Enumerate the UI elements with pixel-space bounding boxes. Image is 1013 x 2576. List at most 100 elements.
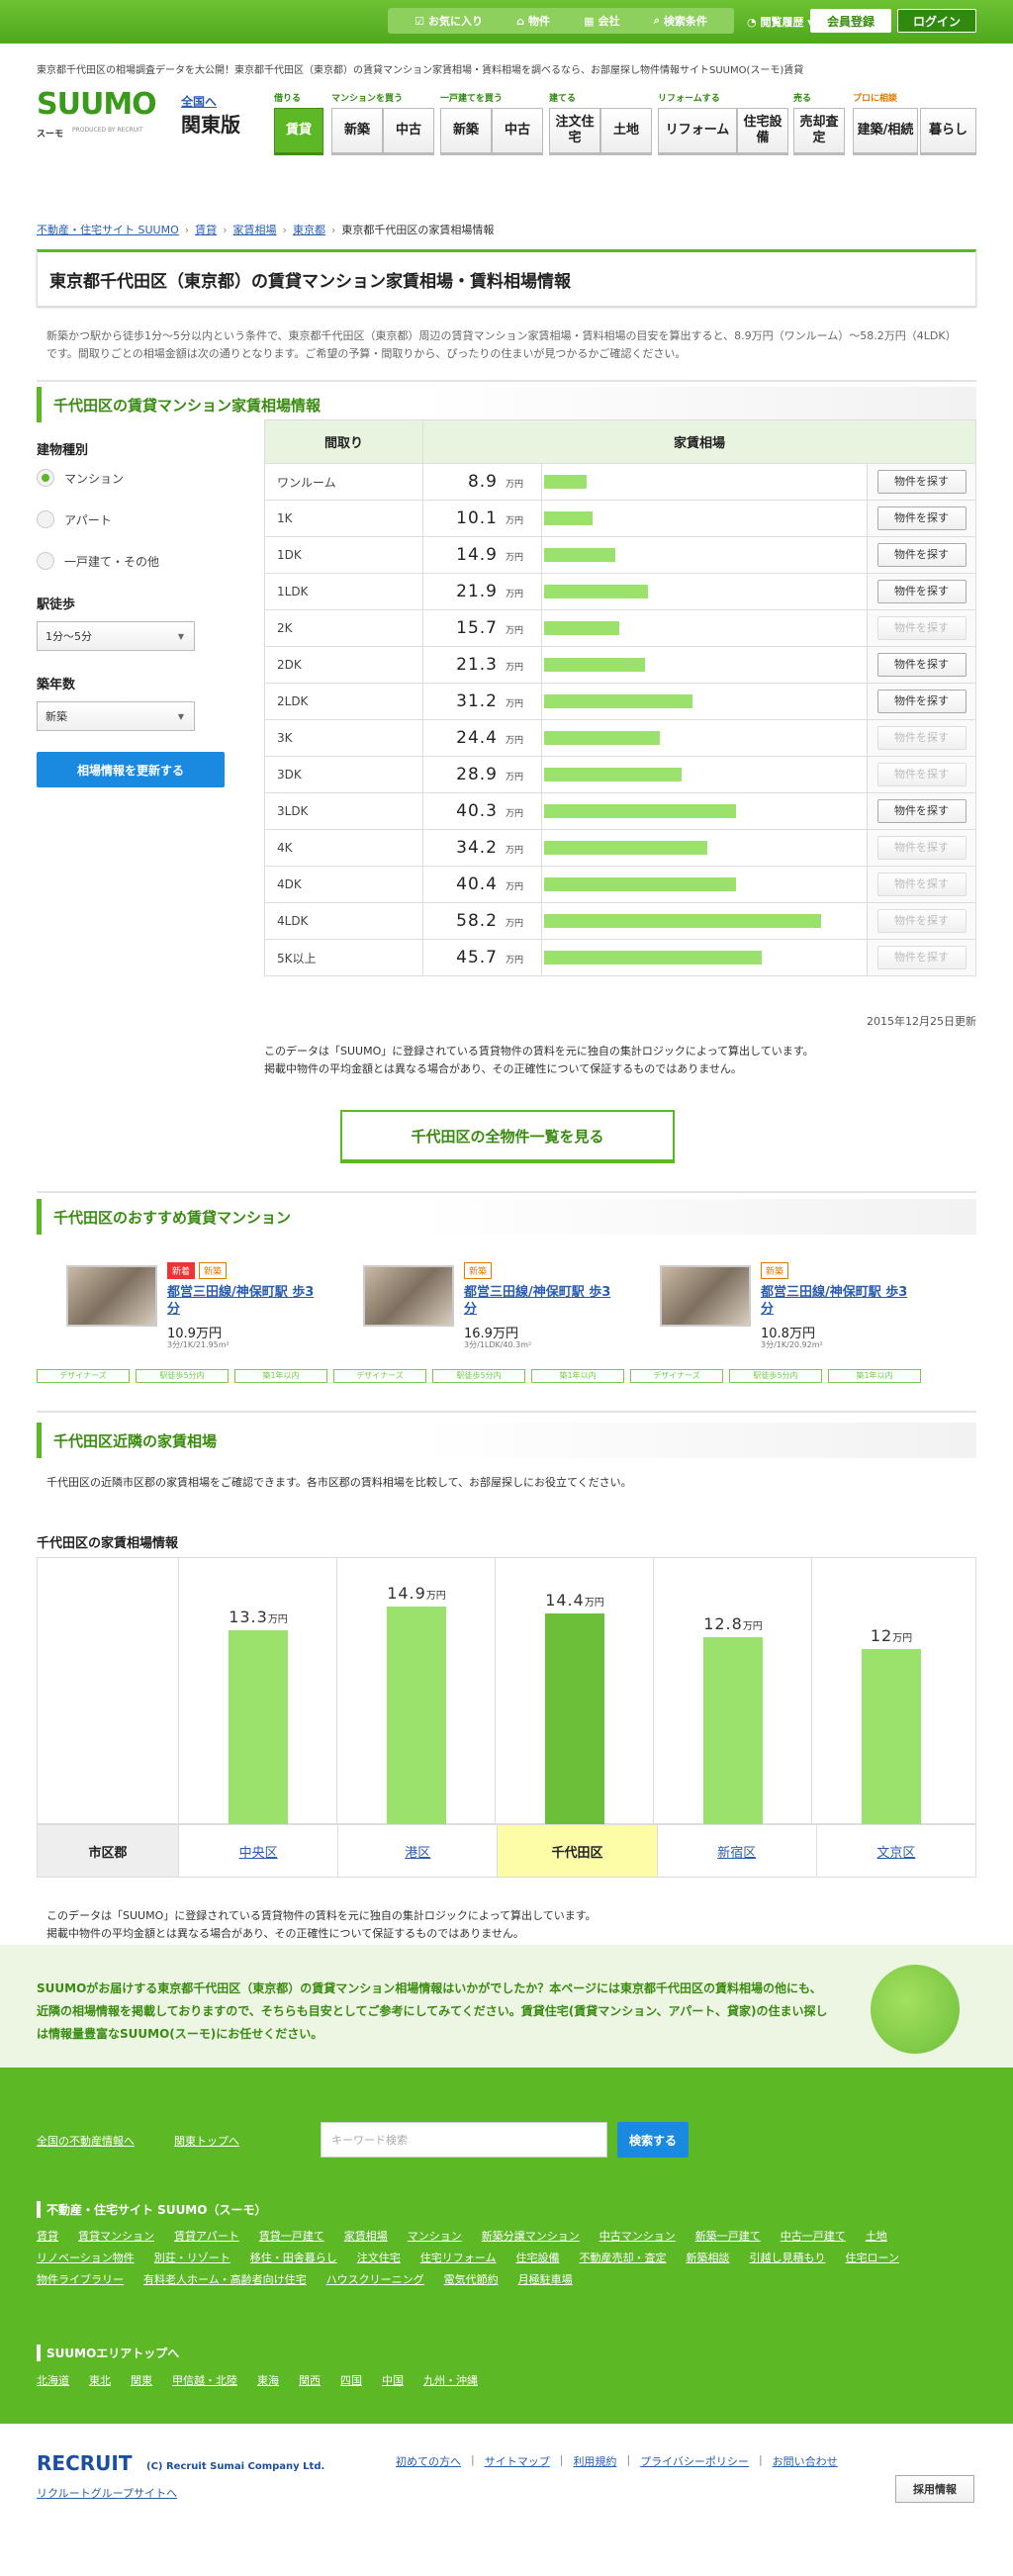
property-card[interactable]: 新着 新築 都営三田線/神保町駅 歩3分 10.9万円 3分/1K/21.95m² デザイ… xyxy=(37,1260,333,1391)
property-photo[interactable] xyxy=(363,1265,454,1327)
footer-bottom-link[interactable]: サイトマップ xyxy=(485,2453,550,2469)
footer-area-link[interactable]: 関西 xyxy=(299,2372,321,2388)
footer-search-input[interactable]: キーワード検索 xyxy=(321,2122,607,2158)
radio-house[interactable]: 一戸建て・その他 xyxy=(37,552,159,570)
nav-sell[interactable]: 売却査定 xyxy=(793,108,845,155)
nav-mansion-used[interactable]: 中古 xyxy=(383,108,434,155)
chart-category-link[interactable]: 新宿区 xyxy=(656,1825,816,1877)
nav-reform[interactable]: リフォーム xyxy=(658,108,737,155)
all-properties-button[interactable]: 千代田区の全物件一覧を見る xyxy=(340,1110,675,1163)
footer-site-link[interactable]: 住宅リフォーム xyxy=(420,2250,497,2265)
footer-bottom-link[interactable]: お問い合わせ xyxy=(773,2453,838,2469)
footer-site-link[interactable]: 新築相談 xyxy=(686,2250,729,2265)
nav-equipment[interactable]: 住宅設備 xyxy=(737,108,788,155)
footer-bottom-link[interactable]: プライバシーポリシー xyxy=(640,2453,749,2469)
chart-category-label[interactable]: 新宿区 xyxy=(717,1842,756,1861)
property-photo[interactable] xyxy=(66,1265,157,1327)
footer-site-link[interactable]: 移住・田舎暮らし xyxy=(250,2250,337,2265)
footer-area-link[interactable]: 北海道 xyxy=(37,2372,69,2388)
footer-area-link[interactable]: 四国 xyxy=(340,2372,362,2388)
footer-site-link[interactable]: 新築分譲マンション xyxy=(482,2228,580,2244)
recruit-group-link[interactable]: リクルートグループサイトへ xyxy=(37,2485,177,2501)
nav-living[interactable]: 暮らし xyxy=(920,108,976,155)
update-button[interactable]: 相場情報を更新する xyxy=(37,752,225,787)
footer-site-link[interactable]: 賃貸 xyxy=(37,2228,58,2244)
conditions-link[interactable]: ⌕ 検索条件 xyxy=(654,13,707,29)
footer-area-link[interactable]: 九州・沖縄 xyxy=(423,2372,478,2388)
nationwide-link[interactable]: 全国へ xyxy=(181,93,217,110)
nav-rent[interactable]: 賃貸 xyxy=(274,108,323,155)
nav-custom-home[interactable]: 注文住宅 xyxy=(549,108,600,155)
footer-site-link[interactable]: 注文住宅 xyxy=(357,2250,401,2265)
footer-site-link[interactable]: 物件ライブラリー xyxy=(37,2271,124,2287)
find-properties-button[interactable]: 物件を探す xyxy=(876,690,967,713)
nav-land[interactable]: 土地 xyxy=(600,108,652,155)
find-properties-button[interactable]: 物件を探す xyxy=(876,506,967,530)
favorites-link[interactable]: ☑ お気に入り xyxy=(414,13,483,29)
footer-site-link[interactable]: 引越し見積もり xyxy=(749,2250,825,2265)
footer-site-link[interactable]: 賃貸マンション xyxy=(78,2228,154,2244)
footer-site-heading[interactable]: 不動産・住宅サイト SUUMO（スーモ） xyxy=(37,2201,976,2218)
walk-select[interactable]: 1分〜5分 xyxy=(37,621,195,651)
footer-area-link[interactable]: 東海 xyxy=(257,2372,279,2388)
property-card[interactable]: 新築 都営三田線/神保町駅 歩3分 16.9万円 3分/1LDK/40.3m² デザイナ… xyxy=(333,1260,630,1391)
footer-site-link[interactable]: 中古マンション xyxy=(599,2228,676,2244)
footer-all-link[interactable]: 全国の不動産情報へ xyxy=(37,2133,135,2149)
find-properties-button[interactable]: 物件を探す xyxy=(876,580,967,603)
history-link[interactable]: ◔ 閲覧履歴 ▾ xyxy=(747,14,813,30)
footer-site-link[interactable]: 電気代節約 xyxy=(444,2271,499,2287)
footer-site-link[interactable]: 賃貸アパート xyxy=(174,2228,239,2244)
property-card[interactable]: 新築 都営三田線/神保町駅 歩3分 10.8万円 3分/1K/20.92m² デザイナー… xyxy=(630,1260,927,1391)
recruit-logo[interactable]: RECRUIT xyxy=(37,2451,132,2475)
footer-site-link[interactable]: リノベーション物件 xyxy=(37,2250,135,2265)
footer-bottom-link[interactable]: 利用規約 xyxy=(573,2453,616,2469)
suumo-logo[interactable]: SUUMO xyxy=(37,87,157,122)
breadcrumb-rent-market[interactable]: 家賃相場 xyxy=(233,222,277,237)
chart-category-label[interactable]: 文京区 xyxy=(876,1842,915,1861)
breadcrumb-rent[interactable]: 賃貸 xyxy=(195,222,217,237)
chart-category-label[interactable]: 港区 xyxy=(405,1842,430,1861)
chart-category-label[interactable]: 中央区 xyxy=(239,1842,278,1861)
chart-category-link[interactable]: 港区 xyxy=(337,1825,497,1877)
footer-site-link[interactable]: 中古一戸建て xyxy=(781,2228,846,2244)
footer-top-link[interactable]: 関東トップへ xyxy=(174,2133,239,2149)
nav-mansion-new[interactable]: 新築 xyxy=(331,108,383,155)
breadcrumb-tokyo[interactable]: 東京都 xyxy=(293,222,325,237)
property-name-link[interactable]: 都営三田線/神保町駅 歩3分 xyxy=(761,1285,909,1319)
nav-house-used[interactable]: 中古 xyxy=(492,108,543,155)
find-properties-button[interactable]: 物件を探す xyxy=(876,470,967,494)
footer-site-link[interactable]: 別荘・リゾート xyxy=(154,2250,230,2265)
nav-consult[interactable]: 建築/相続 xyxy=(853,108,918,155)
nav-house-new[interactable]: 新築 xyxy=(440,108,492,155)
footer-site-link[interactable]: 賃貸一戸建て xyxy=(259,2228,324,2244)
find-properties-button[interactable]: 物件を探す xyxy=(876,799,967,823)
footer-site-link[interactable]: 住宅設備 xyxy=(515,2250,559,2265)
login-button[interactable]: ログイン xyxy=(897,9,976,33)
footer-area-link[interactable]: 甲信越・北陸 xyxy=(172,2372,237,2388)
footer-area-link[interactable]: 東北 xyxy=(89,2372,111,2388)
footer-site-link[interactable]: 不動産売却・査定 xyxy=(579,2250,666,2265)
register-button[interactable]: 会員登録 xyxy=(810,9,891,33)
footer-search-button[interactable]: 検索する xyxy=(617,2122,689,2158)
property-photo[interactable] xyxy=(660,1265,751,1327)
footer-area-link[interactable]: 中国 xyxy=(382,2372,404,2388)
age-select[interactable]: 新築 xyxy=(37,701,195,731)
footer-site-link[interactable]: 家賃相場 xyxy=(344,2228,388,2244)
recruit-info-button[interactable]: 採用情報 xyxy=(895,2475,974,2503)
chart-category-link[interactable]: 中央区 xyxy=(178,1825,337,1877)
footer-site-link[interactable]: 月極駐車場 xyxy=(518,2271,573,2287)
companies-link[interactable]: ▦ 会社 xyxy=(584,13,619,29)
footer-bottom-link[interactable]: 初めての方へ xyxy=(396,2453,461,2469)
footer-site-link[interactable]: 住宅ローン xyxy=(845,2250,898,2265)
properties-link[interactable]: ⌂ 物件 xyxy=(516,13,550,29)
footer-site-link[interactable]: ハウスクリーニング xyxy=(326,2271,424,2287)
find-properties-button[interactable]: 物件を探す xyxy=(876,653,967,677)
property-name-link[interactable]: 都営三田線/神保町駅 歩3分 xyxy=(167,1285,316,1319)
radio-mansion[interactable]: マンション xyxy=(37,469,124,487)
radio-apartment[interactable]: アパート xyxy=(37,510,112,528)
breadcrumb-suumo[interactable]: 不動産・住宅サイト SUUMO xyxy=(37,222,179,237)
property-name-link[interactable]: 都営三田線/神保町駅 歩3分 xyxy=(464,1285,612,1319)
footer-site-link[interactable]: 土地 xyxy=(866,2228,887,2244)
footer-site-link[interactable]: 有料老人ホーム・高齢者向け住宅 xyxy=(143,2271,307,2287)
find-properties-button[interactable]: 物件を探す xyxy=(876,543,967,567)
